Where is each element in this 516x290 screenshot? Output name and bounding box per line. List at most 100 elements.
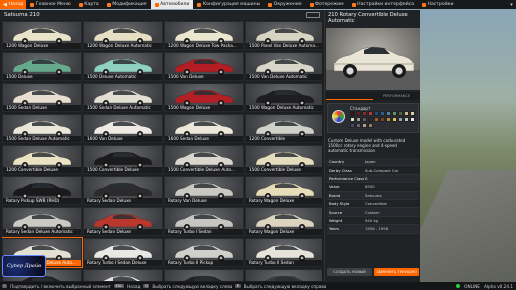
paint-swatch[interactable]	[410, 111, 415, 116]
vehicle-tile[interactable]: Rotary Sedan Deluxe	[83, 207, 163, 236]
vehicle-tile[interactable]: 1200 Convertible	[245, 114, 322, 143]
vehicle-tile[interactable]: 1500 Wagon Deluxe Automatic	[245, 83, 322, 112]
detail-actions: СОЗДАТЬ НОВЫЙ ЗАМЕНИТЬ ТЕКУЩУЮ	[327, 268, 419, 276]
vehicle-tile[interactable]: 1600 Sedan Deluxe	[164, 114, 244, 143]
vehicle-tile[interactable]: 1500 Wagon Deluxe	[164, 83, 244, 112]
bottom-hint-bar: 🖱 Подтвердить / включить выбранный элемен…	[0, 282, 516, 290]
car-thumbnail	[174, 120, 234, 137]
detail-tabs: PERFORMANCE	[326, 92, 420, 100]
vehicle-tile[interactable]: 1500 Convertible Deluxe	[83, 145, 163, 174]
paint-swatch[interactable]	[380, 111, 385, 116]
tab-vehicle-config[interactable]: Конфигурация машины	[193, 0, 264, 9]
vehicle-tile[interactable]: Rotary Van Deluxe	[164, 176, 244, 205]
paint-swatch[interactable]	[350, 111, 355, 116]
car-thumbnail	[12, 151, 72, 168]
car-thumbnail	[101, 275, 143, 281]
vehicle-tile[interactable]: Rotary Turbo I Sedan Deluxe	[83, 238, 163, 267]
vehicle-tile[interactable]: 1500 Sedan Deluxe Automatic	[83, 83, 163, 112]
paint-swatch[interactable]	[368, 111, 373, 116]
vehicle-tile[interactable]: 1500 Van Deluxe	[164, 52, 244, 81]
vehicle-tile[interactable]: Rotary Turbo I Sedan	[164, 207, 244, 236]
property-row: Body Style Convertible	[327, 200, 419, 209]
paint-swatch[interactable]	[392, 117, 397, 122]
paint-swatch[interactable]	[356, 111, 361, 116]
property-value: Satsuma	[365, 192, 382, 198]
car-thumbnail	[255, 120, 315, 137]
vehicle-tile[interactable]: 1500 Deluxe Automatic	[83, 52, 163, 81]
property-key: Value	[329, 184, 340, 190]
vehicle-tile[interactable]: Rotary Wagon Deluxe	[245, 207, 322, 236]
paint-swatch[interactable]	[350, 117, 355, 122]
vehicle-tile[interactable]: Rotary Sedan Drag Automatic	[83, 269, 163, 281]
paint-swatch[interactable]	[356, 123, 361, 128]
vehicle-tile[interactable]: 1200 Wagon Deluxe Tow Packa...	[164, 21, 244, 50]
property-row: Brand Satsuma	[327, 191, 419, 200]
paint-swatch[interactable]	[362, 117, 367, 122]
tab-settings[interactable]: Настройки	[418, 0, 457, 9]
paint-wheel-icon[interactable]	[332, 110, 345, 123]
property-value: Japan	[365, 159, 376, 165]
vehicle-tile[interactable]: 1200 Wagon Deluxe	[2, 21, 82, 50]
paint-swatch[interactable]	[404, 117, 409, 122]
vehicle-tile[interactable]: Rotary Pickup SWB (RHD)	[2, 176, 82, 205]
paint-swatch[interactable]	[362, 123, 367, 128]
search-icon[interactable]	[306, 12, 320, 18]
car-preview-image	[326, 46, 420, 90]
paint-swatch[interactable]	[386, 111, 391, 116]
tab-vehicles[interactable]: Автомобили	[150, 0, 194, 9]
tab-environment[interactable]: Окружение	[264, 0, 305, 9]
tab-overview[interactable]	[326, 92, 373, 100]
paint-swatch[interactable]	[368, 123, 373, 128]
paint-swatch[interactable]	[374, 111, 379, 116]
paint-swatch[interactable]	[356, 117, 361, 122]
hint-text: Назад	[127, 283, 141, 289]
paint-swatch[interactable]	[362, 111, 367, 116]
vehicle-tile[interactable]: 1500 Panel Van Deluxe Automa...	[245, 21, 322, 50]
car-thumbnail	[12, 120, 72, 137]
property-row: Performance Class B	[327, 174, 419, 184]
paint-swatch[interactable]	[374, 117, 379, 122]
vehicle-tile[interactable]: Rotary Turbo II Sedan	[245, 238, 322, 267]
car-thumbnail	[93, 27, 153, 44]
paint-swatch[interactable]	[386, 117, 391, 122]
vehicle-tile[interactable]: 1500 Sedan Deluxe	[2, 83, 82, 112]
vehicle-tile[interactable]: 1200 Wagon Deluxe Automatic	[83, 21, 163, 50]
vehicle-preview	[326, 28, 420, 90]
paint-swatch[interactable]	[398, 111, 403, 116]
paint-swatch[interactable]	[404, 111, 409, 116]
vehicle-tile[interactable]: 1200 Convertible Deluxe	[2, 145, 82, 174]
vehicle-tile[interactable]: Rotary Wagon Drag Automatic	[164, 269, 244, 281]
paint-swatch[interactable]	[350, 123, 355, 128]
vehicle-tile[interactable]: 1500 Convertible Deluxe Auto...	[164, 145, 244, 174]
tab-map[interactable]: Карта	[75, 0, 103, 9]
back-button[interactable]: Назад	[0, 0, 27, 9]
car-thumbnail	[12, 27, 72, 44]
paint-swatch[interactable]	[392, 111, 397, 116]
tab-photo-mode[interactable]: Фотережим	[306, 0, 348, 9]
tab-ui-settings[interactable]: Настройки интерфейса	[348, 0, 418, 9]
spawn-new-button[interactable]: СОЗДАТЬ НОВЫЙ	[327, 268, 372, 276]
vehicle-tile-label: Rotary Wagon Deluxe	[246, 198, 322, 204]
vehicle-title: 210 Rotary Convertible Deluxe Automatic	[328, 12, 408, 24]
vehicle-tile[interactable]: Rotary Turbo II Pickup	[164, 238, 244, 267]
car-thumbnail	[174, 27, 234, 44]
paint-swatch[interactable]	[410, 117, 415, 122]
replace-current-button[interactable]: ЗАМЕНИТЬ ТЕКУЩУЮ	[374, 268, 419, 276]
minimize-icon[interactable]: ▾	[507, 0, 516, 9]
paint-swatch[interactable]	[368, 117, 373, 122]
vehicle-tile[interactable]: Rotary Sedan Deluxe	[83, 176, 163, 205]
vehicle-tile[interactable]: 1500 Deluxe	[2, 52, 82, 81]
vehicle-tile[interactable]: Rotary Sedan Deluxe Automatic	[2, 207, 82, 236]
vehicle-tile[interactable]: 1600 Van Deluxe	[83, 114, 163, 143]
vehicle-tile[interactable]: 1500 Van Deluxe Automatic	[245, 52, 322, 81]
vehicle-tile[interactable]: Rotary Wagon Deluxe	[245, 176, 322, 205]
vehicle-tile[interactable]	[245, 269, 322, 281]
vehicle-tile[interactable]: 1500 Convertible Deluxe	[245, 145, 322, 174]
paint-swatch[interactable]	[398, 117, 403, 122]
globe-icon	[268, 2, 273, 7]
paint-swatch[interactable]	[380, 117, 385, 122]
tab-main-menu[interactable]: Главное Меню	[26, 0, 75, 9]
tab-mods[interactable]: Модификация	[103, 0, 151, 9]
tab-performance[interactable]: PERFORMANCE	[373, 92, 420, 100]
vehicle-tile[interactable]: 1500 Sedan Deluxe Automatic	[2, 114, 82, 143]
